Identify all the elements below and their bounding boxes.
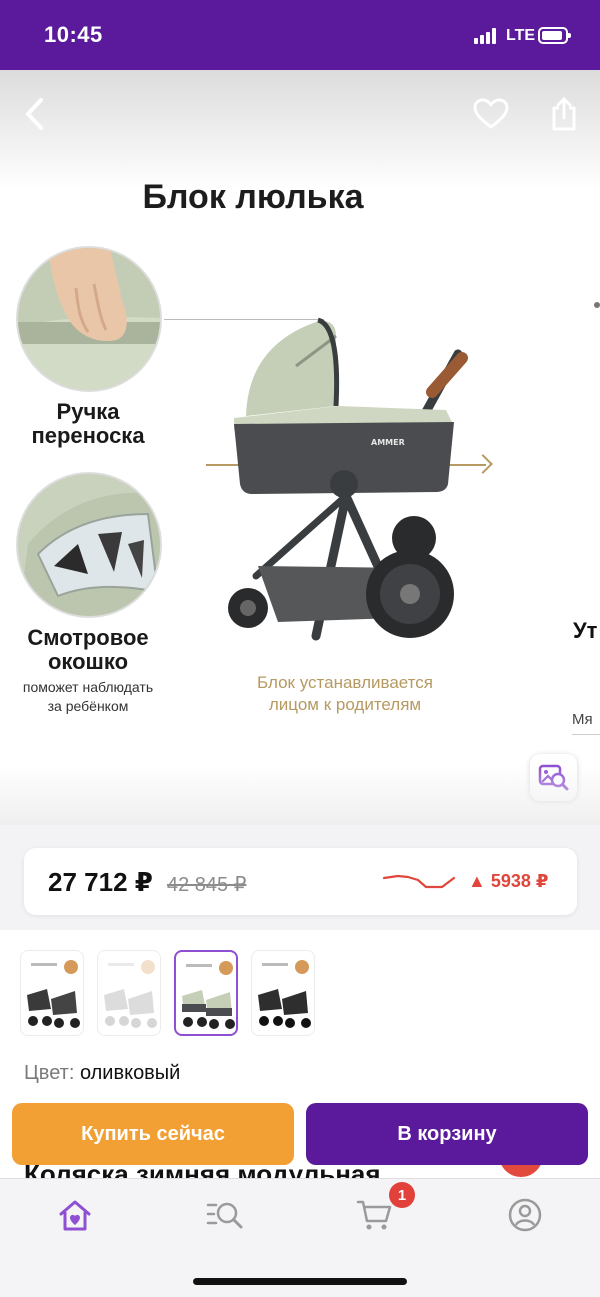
- slide-title: Блок люлька: [142, 178, 364, 216]
- product-gallery[interactable]: Блок люлька Ручка переноска Смотровое ок…: [0, 70, 600, 825]
- color-label: Цвет:: [24, 1062, 75, 1084]
- home-icon: [59, 1200, 91, 1231]
- next-slide-divider: [572, 734, 600, 735]
- thumbnail[interactable]: [97, 950, 161, 1036]
- tab-profile[interactable]: [501, 1195, 549, 1235]
- gallery-bottom-gradient: [0, 765, 600, 825]
- buy-now-button[interactable]: Купить сейчас: [12, 1103, 294, 1165]
- color-value: оливковый: [79, 1062, 181, 1084]
- share-icon: [552, 97, 576, 131]
- battery-icon: [538, 27, 571, 44]
- add-to-cart-button[interactable]: В корзину: [306, 1103, 588, 1165]
- profile-icon: [508, 1198, 542, 1232]
- color-row: Цвет: оливковый: [24, 1062, 180, 1085]
- thumbnail[interactable]: [20, 950, 84, 1036]
- next-slide-title-peek: Ут: [573, 618, 598, 643]
- share-button[interactable]: [542, 92, 586, 136]
- cart-count-badge: 1: [389, 1182, 415, 1208]
- network-type: LTE: [506, 27, 536, 44]
- price-history-graph: [382, 874, 456, 889]
- catalog-search-icon: [206, 1202, 243, 1229]
- next-slide-text-peek: Мя: [572, 711, 593, 728]
- thumbnail-selected[interactable]: [174, 950, 238, 1036]
- back-icon: [26, 98, 43, 130]
- feature-carry-handle: Ручка переноска: [31, 399, 145, 448]
- tab-home[interactable]: [51, 1195, 99, 1235]
- window-closeup-image: [16, 472, 162, 618]
- status-time: 10:45: [44, 22, 103, 47]
- old-price: 42 845 ₽: [167, 874, 247, 896]
- status-bar: 10:45 LTE: [0, 0, 600, 70]
- handle-closeup-image: [16, 246, 162, 392]
- cart-icon: [356, 1200, 392, 1230]
- price-change: ▲ 5938 ₽: [468, 871, 549, 891]
- next-slide-peek-dot: [594, 302, 600, 308]
- feature-viewing-window-desc: поможет наблюдать за ребёнком: [22, 679, 154, 714]
- heart-icon: [473, 98, 509, 129]
- tab-catalog[interactable]: [201, 1195, 249, 1235]
- signal-icon: [474, 28, 498, 44]
- stroller-image: AMMER: [228, 317, 468, 641]
- thumbnail[interactable]: [251, 950, 315, 1036]
- price-card[interactable]: 27 712 ₽ 42 845 ₽ ▲ 5938 ₽: [24, 848, 577, 915]
- home-indicator: [193, 1278, 407, 1285]
- favorite-button[interactable]: [469, 92, 513, 136]
- brand-mark: AMMER: [371, 438, 405, 447]
- slide-caption: Блок устанавливается лицом к родителям: [257, 673, 433, 714]
- current-price: 27 712 ₽: [48, 867, 153, 897]
- back-button[interactable]: [14, 92, 58, 136]
- feature-viewing-window: Смотровое окошко: [27, 625, 149, 674]
